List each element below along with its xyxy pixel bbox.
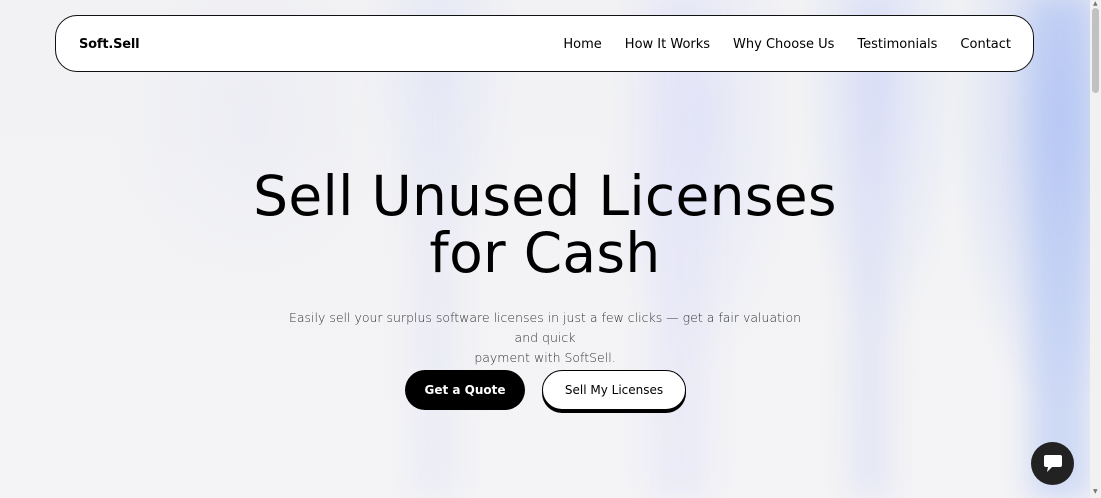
nav-link-testimonials[interactable]: Testimonials [857, 37, 937, 52]
sell-my-licenses-button[interactable]: Sell My Licenses [542, 370, 686, 410]
hero-subtitle: Easily sell your surplus software licens… [280, 308, 810, 368]
scroll-down-arrow-icon[interactable]: ▼ [1093, 489, 1098, 495]
scrollbar-thumb[interactable] [1092, 8, 1099, 93]
nav-links: Home How It Works Why Choose Us Testimon… [563, 37, 1011, 52]
hero-subtitle-line-1: Easily sell your surplus software licens… [288, 310, 802, 345]
chat-button[interactable] [1031, 442, 1074, 485]
nav-link-home[interactable]: Home [563, 37, 601, 52]
nav-link-why-choose-us[interactable]: Why Choose Us [733, 37, 834, 52]
hero-subtitle-line-2: payment with SoftSell. [474, 350, 616, 365]
chat-bubble-icon [1043, 454, 1062, 472]
nav-link-contact[interactable]: Contact [960, 37, 1011, 52]
scroll-up-arrow-icon[interactable]: ▲ [1093, 1, 1098, 7]
brand-logo[interactable]: Soft.Sell [79, 37, 140, 52]
get-a-quote-button[interactable]: Get a Quote [405, 370, 525, 410]
nav-link-how-it-works[interactable]: How It Works [625, 37, 710, 52]
hero-title: Sell Unused Licenses for Cash [0, 168, 1090, 282]
hero-title-line-1: Sell Unused Licenses [253, 164, 837, 228]
hero-title-line-2: for Cash [429, 221, 661, 285]
top-navbar: Soft.Sell Home How It Works Why Choose U… [55, 15, 1034, 72]
page-scrollbar[interactable]: ▲ ▼ [1090, 0, 1101, 498]
